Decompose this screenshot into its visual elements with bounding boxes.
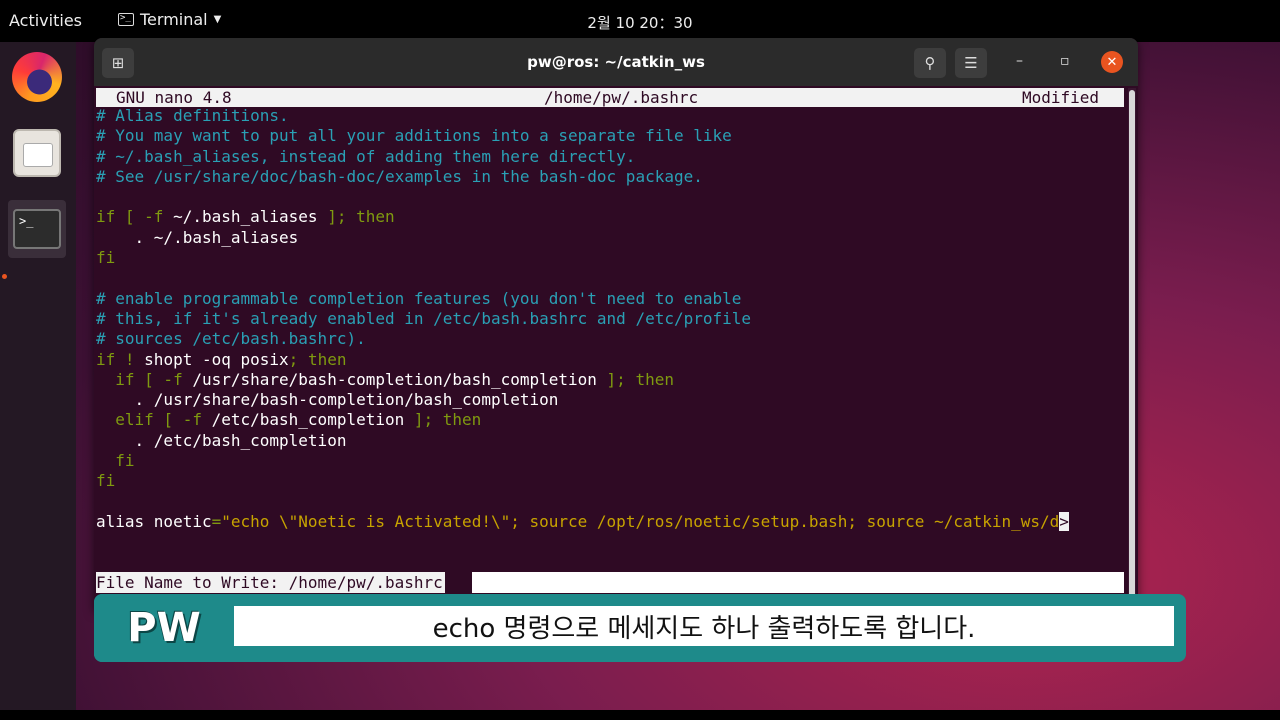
close-icon: ✕ bbox=[1106, 54, 1118, 70]
dock-item-files[interactable] bbox=[8, 124, 66, 182]
code-line: if [ -f /usr/share/bash-completion/bash_… bbox=[96, 370, 1126, 390]
code-line: fi bbox=[96, 248, 1126, 268]
files-icon bbox=[13, 129, 61, 177]
editor-buffer[interactable]: # Alias definitions. # You may want to pu… bbox=[96, 106, 1126, 532]
code-token: ; then bbox=[288, 349, 347, 369]
subtitle-overlay: PW echo 명령으로 메세지도 하나 출력하도록 합니다. bbox=[94, 594, 1186, 662]
window-titlebar[interactable]: ⊞ pw@ros: ~/catkin_ws ⚲ ☰ – ▫ ✕ bbox=[94, 38, 1138, 86]
save-prompt-label: File Name to Write: /home/pw/.bashrc bbox=[96, 572, 445, 593]
code-token: if [ -f bbox=[96, 369, 193, 389]
code-token: # sources /etc/bash.bashrc). bbox=[96, 329, 366, 349]
hamburger-icon: ☰ bbox=[964, 54, 978, 72]
code-token: > bbox=[1059, 511, 1069, 531]
code-line: . /etc/bash_completion bbox=[96, 431, 1126, 451]
code-line: if ! shopt -oq posix; then bbox=[96, 350, 1126, 370]
firefox-icon bbox=[12, 52, 62, 102]
code-token: # this, if it's already enabled in /etc/… bbox=[96, 308, 752, 328]
close-button[interactable]: ✕ bbox=[1101, 51, 1123, 73]
code-line: elif [ -f /etc/bash_completion ]; then bbox=[96, 410, 1126, 430]
subtitle-text: echo 명령으로 메세지도 하나 출력하도록 합니다. bbox=[234, 606, 1174, 646]
code-token: fi bbox=[96, 248, 116, 268]
minimize-button[interactable]: – bbox=[1016, 53, 1023, 69]
clock[interactable]: 2월 10 20：30 bbox=[0, 12, 1280, 33]
top-bar: Activities >_ Terminal ▼ 2월 10 20：30 bbox=[0, 0, 1280, 42]
code-token: shopt -oq posix bbox=[144, 349, 289, 369]
nano-version: GNU nano 4.8 bbox=[116, 88, 232, 107]
save-prompt: File Name to Write: /home/pw/.bashrc bbox=[96, 572, 1124, 593]
terminal-icon: >_ bbox=[13, 209, 61, 249]
code-token: . ~/.bash_aliases bbox=[96, 227, 299, 247]
code-token: . /etc/bash_completion bbox=[96, 430, 347, 450]
scrollbar-thumb[interactable] bbox=[1129, 90, 1135, 602]
code-token: fi bbox=[96, 451, 135, 471]
code-token: if ! bbox=[96, 349, 145, 369]
code-line: fi bbox=[96, 471, 1126, 491]
dock-item-terminal[interactable]: >_ bbox=[8, 200, 66, 258]
code-token: "echo \"Noetic is Activated!\"; source /… bbox=[221, 511, 1060, 531]
search-button[interactable]: ⚲ bbox=[914, 48, 946, 78]
code-token: ]; then bbox=[404, 410, 482, 430]
menu-button[interactable]: ☰ bbox=[955, 48, 987, 78]
code-token: ]; then bbox=[317, 207, 395, 227]
code-token: /etc/bash_completion bbox=[211, 410, 405, 430]
code-token: # Alias definitions. bbox=[96, 106, 289, 125]
code-token: # See /usr/share/doc/bash-doc/examples i… bbox=[96, 166, 703, 186]
subtitle-badge: PW bbox=[94, 594, 234, 662]
code-token: . /usr/share/bash-completion/bash_comple… bbox=[96, 390, 559, 410]
code-token: # enable programmable completion feature… bbox=[96, 288, 742, 308]
code-line: # enable programmable completion feature… bbox=[96, 289, 1126, 309]
dock: >_ bbox=[0, 42, 76, 720]
code-line: alias noetic="echo \"Noetic is Activated… bbox=[96, 511, 1126, 532]
terminal-content[interactable]: GNU nano 4.8 /home/pw/.bashrc Modified #… bbox=[96, 86, 1126, 610]
search-icon: ⚲ bbox=[924, 54, 936, 72]
code-token: # You may want to put all your additions… bbox=[96, 126, 732, 146]
nano-header: GNU nano 4.8 /home/pw/.bashrc Modified bbox=[96, 88, 1124, 107]
terminal-window: ⊞ pw@ros: ~/catkin_ws ⚲ ☰ – ▫ ✕ GNU nano… bbox=[94, 38, 1138, 610]
code-line: # this, if it's already enabled in /etc/… bbox=[96, 309, 1126, 329]
code-token: = bbox=[211, 511, 222, 531]
code-token: /usr/share/bash-completion/bash_completi… bbox=[192, 369, 597, 389]
code-line: . ~/.bash_aliases bbox=[96, 228, 1126, 248]
code-token: if [ -f bbox=[96, 207, 174, 227]
nano-file-path: /home/pw/.bashrc bbox=[544, 88, 699, 107]
code-token: ]; then bbox=[596, 369, 674, 389]
code-token: ~/.bash_aliases bbox=[173, 207, 318, 227]
code-token: fi bbox=[96, 471, 116, 491]
code-line: if [ -f ~/.bash_aliases ]; then bbox=[96, 207, 1126, 227]
nano-status: Modified bbox=[1022, 88, 1100, 107]
code-line: # See /usr/share/doc/bash-doc/examples i… bbox=[96, 167, 1126, 187]
code-line: # Alias definitions. bbox=[96, 106, 1126, 126]
maximize-button[interactable]: ▫ bbox=[1060, 53, 1070, 69]
code-line: # You may want to put all your additions… bbox=[96, 126, 1126, 146]
filename-input[interactable] bbox=[472, 572, 1124, 593]
running-indicator bbox=[2, 274, 7, 279]
dock-item-firefox[interactable] bbox=[8, 48, 66, 106]
code-token: elif [ -f bbox=[96, 410, 212, 430]
code-token: alias noetic bbox=[96, 511, 212, 531]
code-line: # sources /etc/bash.bashrc). bbox=[96, 329, 1126, 349]
bottom-letterbox bbox=[0, 710, 1280, 720]
code-line: fi bbox=[96, 451, 1126, 471]
code-line: . /usr/share/bash-completion/bash_comple… bbox=[96, 390, 1126, 410]
code-token: # ~/.bash_aliases, instead of adding the… bbox=[96, 146, 636, 166]
code-line: # ~/.bash_aliases, instead of adding the… bbox=[96, 147, 1126, 167]
